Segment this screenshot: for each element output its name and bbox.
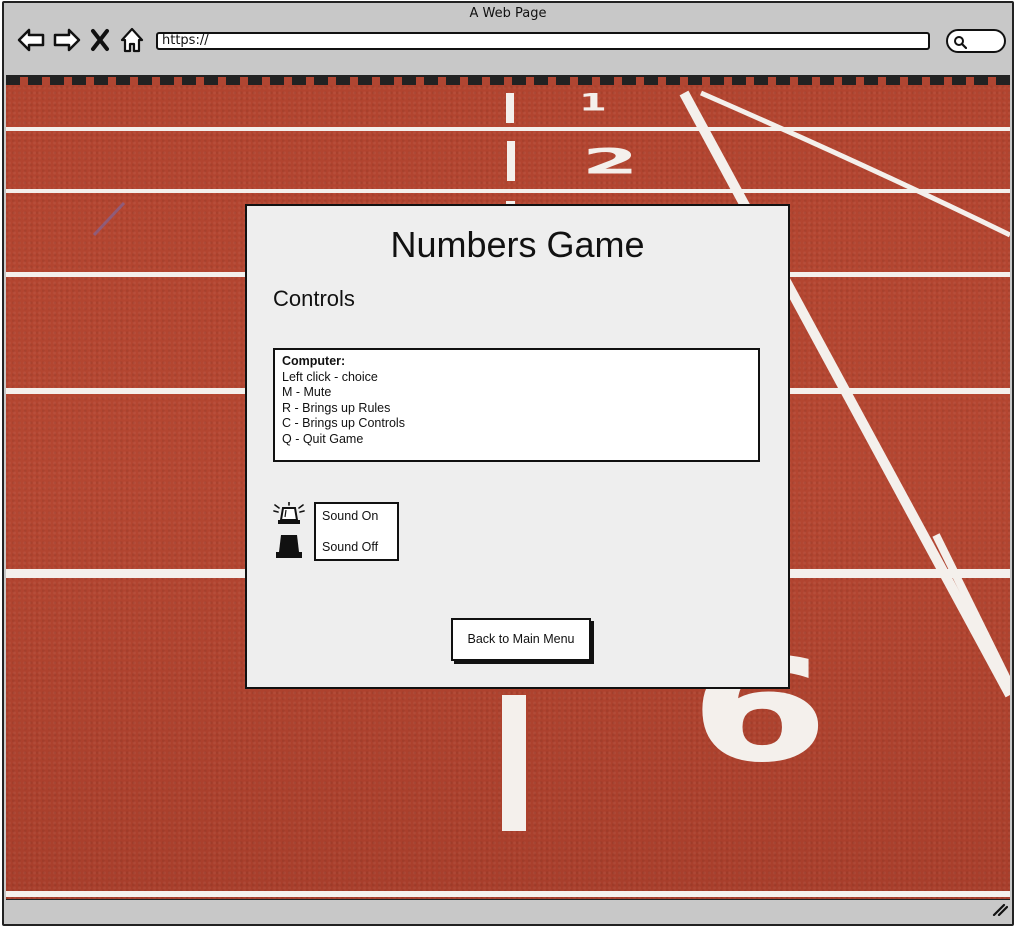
back-arrow-icon[interactable] xyxy=(16,25,46,55)
search-button[interactable] xyxy=(946,29,1006,53)
controls-dialog: Numbers Game Controls Computer: Left cli… xyxy=(245,204,790,689)
back-to-main-menu-button[interactable]: Back to Main Menu xyxy=(451,618,591,661)
page-title: Numbers Game xyxy=(390,224,645,265)
home-icon[interactable] xyxy=(118,25,148,55)
control-item: Left click - choice xyxy=(282,369,378,384)
forward-arrow-icon[interactable] xyxy=(52,25,82,55)
lane-number-2: 2 xyxy=(582,141,639,182)
sound-on-option[interactable]: Sound On xyxy=(322,509,378,523)
sound-options: Sound On Sound Off xyxy=(314,502,399,561)
search-icon xyxy=(954,36,967,49)
status-bar xyxy=(4,900,1012,924)
browser-toolbar: https:// xyxy=(4,23,1012,71)
page-top-border xyxy=(6,77,1010,85)
siren-off-icon xyxy=(276,535,302,558)
controls-heading: Computer: xyxy=(282,354,346,368)
close-icon[interactable] xyxy=(89,25,111,55)
resize-grip-icon[interactable] xyxy=(992,901,1009,920)
siren-on-icon xyxy=(273,501,305,524)
section-heading: Controls xyxy=(273,286,355,311)
sound-off-option[interactable]: Sound Off xyxy=(322,540,378,554)
controls-list: Computer: Left click - choice M - Mute R… xyxy=(273,348,760,462)
lane-number-1: 1 xyxy=(579,89,607,117)
sound-icons xyxy=(273,501,305,562)
url-input[interactable]: https:// xyxy=(156,32,930,50)
control-item: Q - Quit Game xyxy=(282,431,364,446)
browser-window: A Web Page https:// 1 2 6 Numbers Game C… xyxy=(2,1,1014,926)
control-item: R - Brings up Rules xyxy=(282,400,391,415)
page-viewport: 1 2 6 Numbers Game Controls Computer: Le… xyxy=(6,75,1010,901)
control-item: M - Mute xyxy=(282,385,332,400)
control-item: C - Brings up Controls xyxy=(282,416,405,431)
